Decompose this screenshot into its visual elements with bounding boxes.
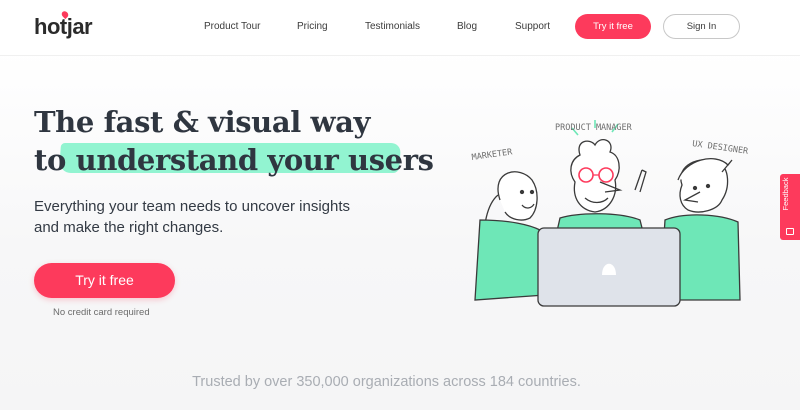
- product-manager-figure: [554, 120, 647, 241]
- label-marketer: MARKETER: [471, 147, 514, 163]
- feedback-chat-icon: [786, 228, 794, 235]
- landing-page: hotjar Product Tour Pricing Testimonials…: [0, 0, 800, 410]
- header-try-free-button[interactable]: Try it free: [575, 14, 651, 39]
- nav-support[interactable]: Support: [515, 21, 550, 32]
- headline-line-2: to understand your users: [34, 141, 454, 179]
- site-header: hotjar Product Tour Pricing Testimonials…: [0, 0, 800, 56]
- laptop-illustration: [537, 227, 681, 307]
- label-ux-designer: UX DESIGNER: [692, 139, 750, 157]
- trusted-by-text: Trusted by over 350,000 organizations ac…: [192, 374, 581, 390]
- team-illustration-svg: PRODUCT MANAGER MARKETER UX DESIGNER: [471, 120, 750, 307]
- nav-testimonials[interactable]: Testimonials: [365, 21, 420, 32]
- nav-pricing[interactable]: Pricing: [297, 21, 328, 32]
- headline-line-1: The fast & visual way: [34, 105, 370, 139]
- team-illustration: PRODUCT MANAGER MARKETER UX DESIGNER: [460, 110, 760, 310]
- no-credit-card-note: No credit card required: [53, 307, 150, 318]
- hero-headline: The fast & visual way to understand your…: [34, 103, 454, 179]
- nav-blog[interactable]: Blog: [457, 21, 477, 32]
- hero-try-free-button[interactable]: Try it free: [34, 263, 175, 298]
- nav-product-tour[interactable]: Product Tour: [204, 21, 261, 32]
- sign-in-button[interactable]: Sign In: [663, 14, 740, 39]
- marketer-figure: [474, 171, 546, 301]
- hero-subtext: Everything your team needs to uncover in…: [34, 198, 351, 236]
- headline-highlight-text: understand your users: [75, 143, 434, 177]
- headline-to: to: [34, 143, 76, 177]
- feedback-tab[interactable]: Feedback: [780, 174, 800, 240]
- feedback-tab-label: Feedback: [781, 177, 790, 211]
- label-product-manager: PRODUCT MANAGER: [555, 123, 633, 133]
